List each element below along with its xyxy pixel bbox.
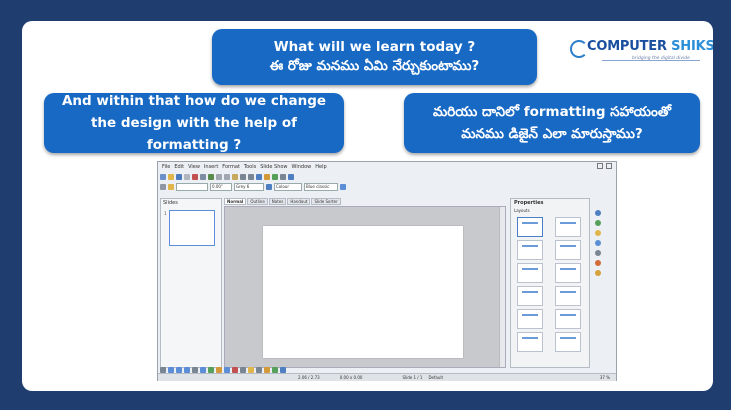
shadow-icon[interactable]	[340, 184, 346, 190]
print-icon[interactable]	[200, 174, 206, 180]
styles-icon[interactable]	[160, 184, 166, 190]
logo-title-part2: SHIKSHA	[671, 39, 713, 54]
vertical-scrollbar[interactable]	[499, 207, 505, 367]
menu-bar: File Edit View Insert Format Tools Slide…	[158, 162, 620, 171]
slide-canvas	[224, 206, 506, 368]
telugu-line-2: మనము డిజైన్ ఎలా మారుస్తాము?	[461, 126, 643, 142]
english-bubble: And within that how do we change the des…	[44, 93, 344, 153]
layout-centered-text[interactable]	[517, 263, 543, 283]
master-slides-icon[interactable]	[595, 220, 601, 226]
menu-insert[interactable]: Insert	[204, 164, 218, 170]
logo-title-part1: COMPUTER	[587, 39, 672, 54]
window-controls	[597, 163, 612, 169]
layout-content-2[interactable]	[555, 286, 581, 306]
minimize-icon[interactable]	[597, 163, 603, 169]
redo-icon[interactable]	[248, 174, 254, 180]
status-zoom[interactable]: 37 %	[600, 375, 610, 380]
gallery-icon[interactable]	[595, 260, 601, 266]
layout-blank[interactable]	[517, 217, 543, 237]
telugu-bubble: మరియు దానిలో formatting సహాయంతో మనము డిజ…	[404, 93, 700, 153]
status-master: Default	[428, 375, 444, 380]
menu-file[interactable]: File	[162, 164, 170, 170]
table-icon[interactable]	[256, 174, 262, 180]
chart-icon[interactable]	[272, 174, 278, 180]
open-folder-icon[interactable]	[168, 174, 174, 180]
slide-number: 1	[164, 211, 167, 216]
question-bubble: What will we learn today ? ఈ రోజు మనము ఏ…	[212, 29, 537, 85]
fill-type-select[interactable]: Colour	[274, 183, 302, 191]
slide: What will we learn today ? ఈ రోజు మనము ఏ…	[22, 21, 713, 391]
impress-window: File Edit View Insert Format Tools Slide…	[157, 161, 617, 381]
area-icon[interactable]	[266, 184, 272, 190]
logo-title: COMPUTER SHIKSHA	[587, 39, 713, 54]
layout-title-only[interactable]	[555, 240, 581, 260]
layout-two-content[interactable]	[555, 263, 581, 283]
tab-normal[interactable]: Normal	[224, 198, 247, 205]
tab-notes[interactable]: Notes	[268, 198, 287, 205]
close-icon[interactable]	[606, 163, 612, 169]
slides-pane: Slides 1	[160, 198, 222, 368]
logo-ring-icon	[570, 40, 588, 58]
layouts-label: Layouts	[514, 208, 530, 213]
status-size: 0.00 x 0.00	[339, 375, 363, 380]
navigator-deck-icon[interactable]	[595, 270, 601, 276]
question-telugu: ఈ రోజు మనము ఏమి నేర్చుకుంటాము?	[269, 58, 480, 74]
menu-view[interactable]: View	[188, 164, 200, 170]
view-tabs: Normal Outline Notes Handout Slide Sorte…	[224, 198, 341, 205]
layout-4-content[interactable]	[517, 309, 543, 329]
paste-icon[interactable]	[232, 174, 238, 180]
arrow-style-icon[interactable]	[168, 184, 174, 190]
line-style-select[interactable]	[176, 183, 208, 191]
help-icon[interactable]	[288, 174, 294, 180]
properties-icon[interactable]	[595, 210, 601, 216]
status-slide: Slide 1 / 1	[402, 375, 423, 380]
layout-vertical-text[interactable]	[555, 332, 581, 352]
tab-outline[interactable]: Outline	[247, 198, 268, 205]
menu-help[interactable]: Help	[315, 164, 326, 170]
fill-color-select[interactable]: Blue classic	[304, 183, 338, 191]
layout-vertical-title[interactable]	[517, 332, 543, 352]
menu-format[interactable]: Format	[222, 164, 240, 170]
status-bar: 2.06 / 2.73 0.00 x 0.00 Slide 1 / 1 Defa…	[158, 373, 616, 381]
styles-deck-icon[interactable]	[595, 250, 601, 256]
export-pdf-icon[interactable]	[192, 174, 198, 180]
line-fill-toolbar: 0.00" Grey 6 Colour Blue classic	[160, 183, 346, 191]
edit-file-icon[interactable]	[184, 174, 190, 180]
slide-page[interactable]	[263, 226, 463, 358]
english-text: And within that how do we change the des…	[61, 93, 327, 153]
copy-icon[interactable]	[224, 174, 230, 180]
layout-title-2-content[interactable]	[517, 286, 543, 306]
slide-thumbnail[interactable]	[169, 210, 215, 246]
layout-title-slide[interactable]	[555, 217, 581, 237]
slides-pane-title: Slides	[163, 200, 178, 206]
cut-icon[interactable]	[216, 174, 222, 180]
menu-window[interactable]: Window	[292, 164, 312, 170]
telugu-line-1: మరియు దానిలో formatting సహాయంతో	[432, 104, 671, 120]
logo-tagline: bridging the digital divide	[632, 56, 690, 61]
question-english: What will we learn today ?	[273, 39, 476, 55]
menu-tools[interactable]: Tools	[244, 164, 256, 170]
line-width-field[interactable]: 0.00"	[210, 183, 232, 191]
undo-icon[interactable]	[240, 174, 246, 180]
line-color-select[interactable]: Grey 6	[234, 183, 264, 191]
layout-title-content[interactable]	[517, 240, 543, 260]
custom-animation-icon[interactable]	[595, 230, 601, 236]
sidebar-deck	[591, 206, 609, 280]
menu-slide-show[interactable]: Slide Show	[260, 164, 287, 170]
properties-panel: Properties Layouts	[510, 198, 590, 368]
spellcheck-icon[interactable]	[208, 174, 214, 180]
image-icon[interactable]	[264, 174, 270, 180]
computer-shiksha-logo: COMPUTER SHIKSHA bridging the digital di…	[562, 35, 713, 75]
navigator-icon[interactable]	[280, 174, 286, 180]
slide-transition-icon[interactable]	[595, 240, 601, 246]
tab-slide-sorter[interactable]: Slide Sorter	[311, 198, 341, 205]
menu-edit[interactable]: Edit	[174, 164, 184, 170]
tab-handout[interactable]: Handout	[287, 198, 311, 205]
layout-6-content[interactable]	[555, 309, 581, 329]
standard-toolbar	[160, 173, 294, 181]
new-document-icon[interactable]	[160, 174, 166, 180]
properties-title: Properties	[514, 200, 544, 206]
save-icon[interactable]	[176, 174, 182, 180]
status-position: 2.06 / 2.73	[298, 375, 320, 380]
